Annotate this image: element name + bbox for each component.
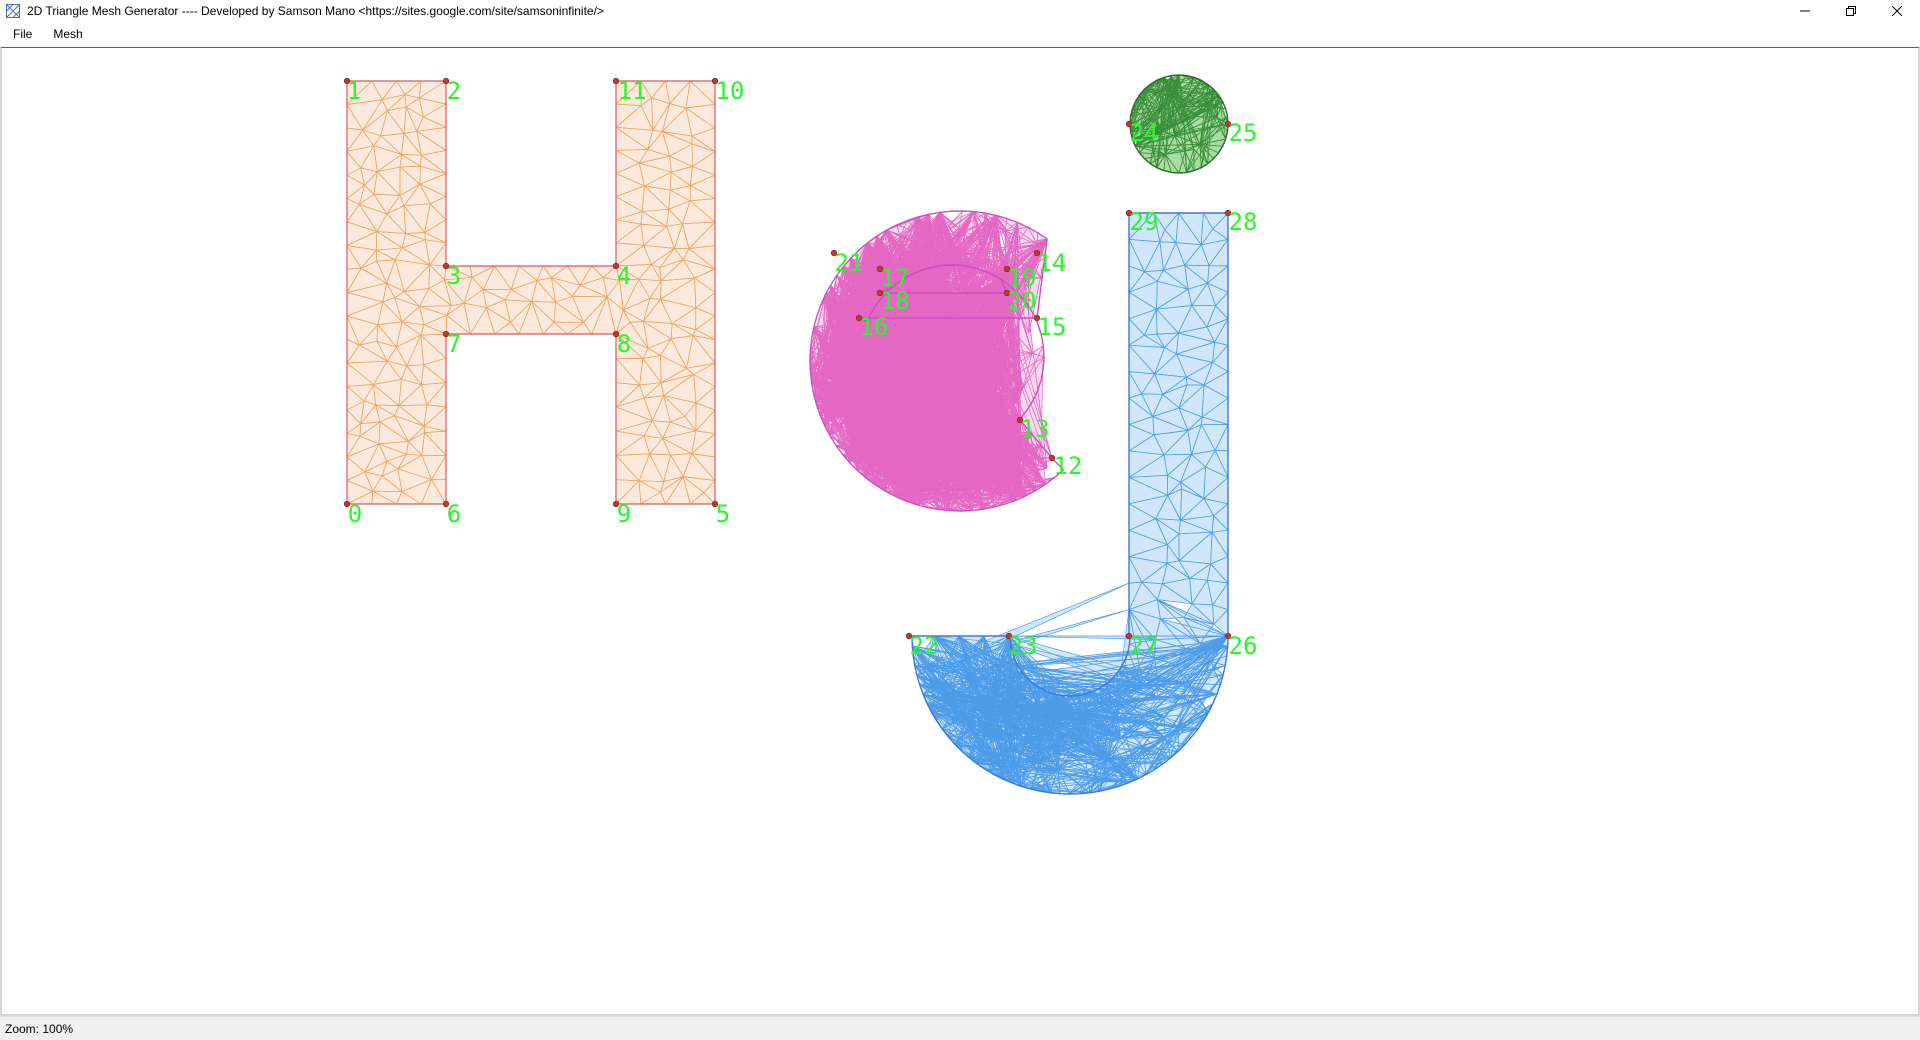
node-label: 29 (1130, 208, 1159, 236)
node-label: 2 (447, 77, 461, 105)
zoom-status: Zoom: 100% (5, 1021, 74, 1036)
menu-bar: File Mesh (0, 22, 1920, 47)
node-label: 9 (617, 500, 631, 528)
node-label: 1 (347, 77, 361, 105)
restore-button[interactable] (1828, 0, 1874, 22)
restore-icon (1846, 6, 1856, 16)
node-label: 23 (1009, 632, 1038, 660)
window-title: 2D Triangle Mesh Generator ---- Develope… (27, 4, 604, 18)
node-label: 27 (1130, 632, 1159, 660)
node-label: 18 (881, 287, 910, 315)
minimize-button[interactable] (1782, 0, 1828, 22)
node-label: 11 (618, 77, 647, 105)
node-label: 24 (1130, 119, 1159, 147)
node-label: 26 (1229, 632, 1258, 660)
app-window: 2D Triangle Mesh Generator ---- Develope… (0, 0, 1920, 1040)
status-bar: Zoom: 100% (0, 1016, 1920, 1040)
node-label: 25 (1229, 119, 1258, 147)
node-label: 4 (617, 262, 631, 290)
node-label: 13 (1021, 415, 1050, 443)
node-label: 6 (447, 500, 461, 528)
title-bar[interactable]: 2D Triangle Mesh Generator ---- Develope… (0, 0, 1920, 22)
node-label: 28 (1229, 208, 1258, 236)
node-label: 8 (617, 330, 631, 358)
node-label: 22 (910, 632, 939, 660)
minimize-icon (1800, 10, 1810, 12)
node-label: 21 (835, 249, 864, 277)
node-label: 0 (348, 500, 362, 528)
node-label: 3 (447, 262, 461, 290)
node-label: 16 (860, 313, 889, 341)
close-button[interactable] (1874, 0, 1920, 22)
close-icon (1892, 6, 1902, 16)
node-label: 7 (447, 330, 461, 358)
node-label: 15 (1038, 313, 1067, 341)
node-label: 12 (1054, 452, 1083, 480)
node-label: 10 (716, 77, 745, 105)
mesh-canvas[interactable]: 0 1 2 3 4 5 6 7 8 9 10 11 12 13 14 15 16 17 18 19 20 21 22 23 24… (0, 47, 1920, 1016)
window-controls (1782, 0, 1920, 22)
node-label: 20 (1008, 287, 1037, 315)
menu-mesh[interactable]: Mesh (45, 24, 90, 44)
node-label: 14 (1038, 249, 1067, 277)
app-icon (4, 2, 22, 20)
node-label: 5 (716, 500, 730, 528)
mesh-drawing[interactable]: 01 23 4567 8910111213141516171819202122 2324… (2, 48, 1918, 1014)
menu-file[interactable]: File (5, 24, 40, 44)
